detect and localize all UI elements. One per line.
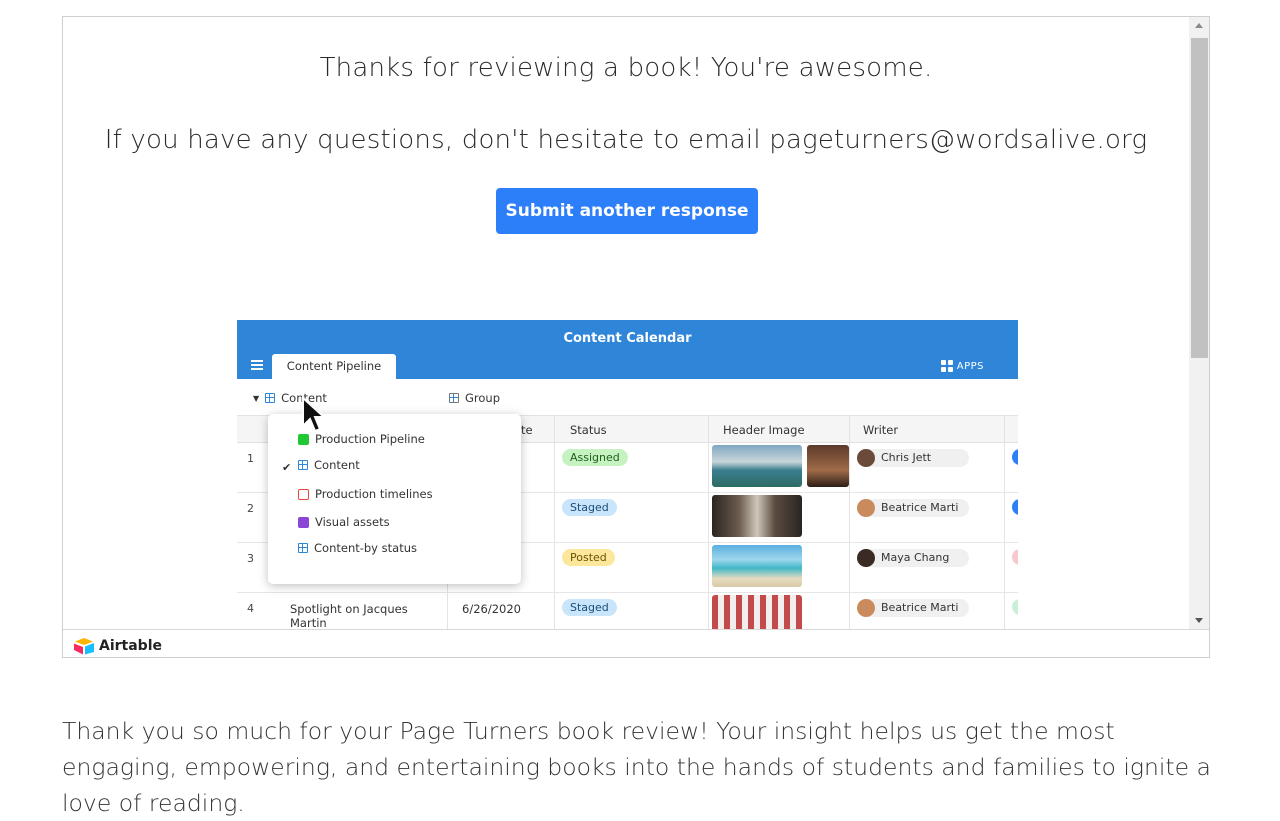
row-number: 4: [247, 602, 254, 615]
menu-item-content: Content: [298, 458, 360, 472]
menu-item-label: Visual assets: [315, 515, 390, 529]
thanks-message: Thanks for reviewing a book! You're awes…: [319, 53, 933, 83]
airtable-brand-text: Airtable: [99, 638, 162, 654]
row-date: 6/26/2020: [462, 602, 521, 616]
menu-item-label: Content: [314, 458, 360, 472]
menu-item-visual-assets: Visual assets: [298, 515, 390, 529]
row-number: 2: [247, 502, 254, 515]
row-number: 3: [247, 552, 254, 565]
status-badge: Assigned: [562, 449, 628, 466]
airtable-logo[interactable]: Airtable: [73, 637, 162, 655]
writer-name: Beatrice Marti: [881, 601, 959, 614]
hamburger-icon: [251, 360, 263, 370]
screenshot-title: Content Calendar: [563, 331, 692, 346]
header-image: [712, 445, 802, 487]
group-label: Group: [465, 391, 501, 405]
table-row: 4 Spotlight on Jacques Martin 6/26/2020 …: [237, 592, 1018, 629]
status-badge: Staged: [562, 499, 617, 516]
airtable-promo-screenshot: Content Calendar Content Pipeline APPS ▼…: [237, 320, 1018, 629]
menu-item-label: Production timelines: [315, 487, 433, 501]
writer-name: Chris Jett: [881, 451, 932, 464]
avatar: [857, 599, 875, 617]
contact-message: If you have any questions, don't hesitat…: [104, 125, 1148, 155]
scroll-up-arrow-icon[interactable]: [1195, 23, 1203, 28]
row-title: Spotlight on Jacques: [290, 602, 408, 616]
status-badge: Staged: [562, 599, 617, 616]
menu-item-production-timelines: Production timelines: [298, 487, 433, 501]
submit-another-response-button[interactable]: Submit another response: [496, 188, 758, 234]
header-image: [712, 595, 802, 629]
row-number: 1: [247, 452, 254, 465]
airtable-logo-icon: [74, 638, 94, 655]
menu-item-label: Production Pipeline: [315, 432, 425, 446]
writer-chip: Chris Jett: [857, 449, 969, 467]
grid-icon: [298, 460, 308, 470]
header-image: [712, 495, 802, 537]
apps-label: APPS: [956, 360, 984, 372]
grid-icon: [298, 543, 308, 553]
screenshot-header: Content Calendar Content Pipeline APPS: [237, 320, 1018, 379]
view-switcher-menu: Production Pipeline ✔ Content Production…: [268, 414, 521, 584]
apps-button: APPS: [940, 360, 984, 372]
embed-footer: Airtable: [63, 629, 1209, 657]
column-writer-header: Writer: [863, 423, 899, 437]
screenshot-toolbar: ▼ Content Group: [237, 379, 1018, 416]
checkmark-icon: ✔: [282, 461, 292, 474]
gallery-icon: [298, 516, 309, 528]
avatar: [857, 449, 875, 467]
status-badge: Posted: [562, 549, 615, 566]
scrollbar-thumb[interactable]: [1191, 38, 1208, 358]
row-title-cont: Martin: [290, 616, 327, 629]
writer-name: Maya Chang: [881, 551, 950, 564]
gantt-icon: [298, 488, 309, 500]
writer-chip: Beatrice Marti: [857, 499, 969, 517]
form-viewport: Thanks for reviewing a book! You're awes…: [63, 17, 1189, 629]
group-icon: [449, 393, 459, 403]
mouse-cursor-icon: [302, 396, 327, 433]
column-date-header: te: [521, 423, 533, 437]
writer-chip: Maya Chang: [857, 549, 969, 567]
grid-icon: [265, 393, 276, 403]
tab-content-pipeline: Content Pipeline: [272, 354, 396, 379]
column-status-header: Status: [570, 423, 607, 437]
menu-item-content-by-status: Content-by status: [298, 541, 417, 555]
scroll-down-arrow-icon[interactable]: [1195, 618, 1203, 623]
group-control: Group: [449, 391, 500, 405]
avatar: [857, 499, 875, 517]
avatar: [857, 549, 875, 567]
header-image: [807, 445, 849, 487]
thank-you-paragraph: Thank you so much for your Page Turners …: [62, 717, 1211, 817]
writer-chip: Beatrice Marti: [857, 599, 969, 617]
scrollbar[interactable]: [1189, 17, 1209, 629]
airtable-form-embed: Thanks for reviewing a book! You're awes…: [62, 16, 1210, 658]
header-image: [712, 545, 802, 587]
column-header-image-header: Header Image: [723, 423, 805, 437]
apps-icon: [940, 360, 953, 372]
menu-item-label: Content-by status: [314, 541, 417, 555]
caret-down-icon: ▼: [253, 393, 260, 403]
writer-name: Beatrice Marti: [881, 501, 959, 514]
